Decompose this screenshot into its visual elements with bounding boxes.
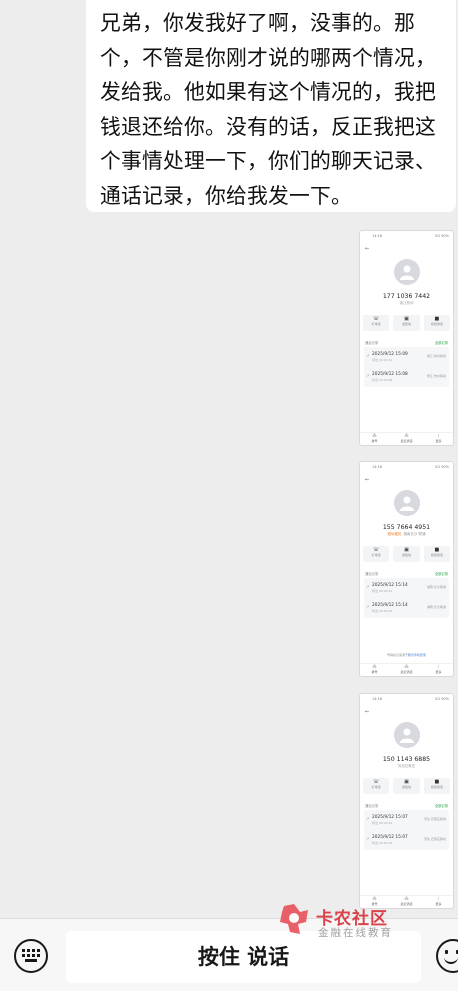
video-action: ■ 视频通话 (423, 546, 450, 562)
thumb-status-bar: 14:16 5G 90% (372, 234, 449, 238)
image-message-1[interactable]: 14:16 5G 90% ← 177 1036 7442 浙江杭州 ☏ 打电话 ▣… (359, 230, 454, 446)
outgoing-icon: ↗ (366, 836, 370, 841)
number-location: 疑似骚扰 湖南长沙 联通 (387, 532, 426, 536)
video-action: ■ 视频通话 (423, 778, 450, 794)
avatar (394, 490, 420, 516)
call-action: ☏ 打电话 (363, 315, 390, 331)
outgoing-icon: ↗ (366, 373, 370, 378)
emoji-icon[interactable] (436, 939, 458, 973)
video-action: ■ 视频通话 (423, 315, 450, 331)
phone-number: 150 1143 6885 (382, 756, 431, 763)
video-icon: ■ (434, 316, 440, 322)
outgoing-icon: ↗ (366, 816, 370, 821)
call-action: ☏ 打电话 (363, 778, 390, 794)
call-record: ↗ 2025/9/12 15:09 呼出 00:00:12 浙江 杭州移动 (366, 352, 446, 362)
back-icon: ← (365, 477, 370, 483)
mark-source-note: 号码标记来源于腾讯手机管家 (386, 653, 427, 657)
phone-icon: ☏ (373, 316, 380, 322)
call-record: ↗ 2025/9/12 15:14 呼出 00:00:05 湖南 长沙联通 (366, 603, 446, 613)
records-header: 通话记录 全部记录 (365, 341, 448, 345)
call-record: ↗ 2025/9/12 15:08 呼出 00:00:08 浙江 杭州移动 (366, 372, 446, 382)
records-header: 通话记录 全部记录 (365, 804, 448, 808)
call-records: ↗ 2025/9/12 15:14 呼出 00:00:21 湖南 长沙联通 ↗ … (364, 578, 449, 618)
call-action: ☏ 打电话 (363, 546, 390, 562)
call-record: ↗ 2025/9/12 15:07 呼出 00:00:06 河北 石家庄移动 (366, 835, 446, 845)
thumb-status-bar: 14:16 5G 90% (372, 697, 449, 701)
avatar (394, 259, 420, 285)
phone-icon: ☏ (373, 779, 380, 785)
image-message-3[interactable]: 14:16 5G 90% ← 150 1143 6885 河北石家庄 ☏ 打电话 … (359, 693, 454, 909)
phone-icon: ☏ (373, 547, 380, 553)
records-header: 通话记录 全部记录 (365, 572, 448, 576)
thumb-nav: ⁂ 拨号 ⁂ 最近通话 ⋮ 更多 (360, 663, 453, 675)
number-location: 浙江杭州 (399, 301, 414, 305)
action-row: ☏ 打电话 ▣ 发短信 ■ 视频通话 (363, 315, 450, 331)
outgoing-icon: ↗ (366, 584, 370, 589)
phone-number: 155 7664 4951 (382, 524, 431, 531)
keyboard-icon[interactable] (14, 939, 48, 973)
sms-action: ▣ 发短信 (393, 778, 420, 794)
sms-action: ▣ 发短信 (393, 315, 420, 331)
hold-to-talk-button[interactable]: 按住 说话 (66, 931, 421, 983)
chat-area: 兄弟，你发我好了啊，没事的。那个，不管是你刚才说的哪两个情况，发给我。他如果有这… (0, 0, 458, 918)
message-icon: ▣ (404, 779, 409, 785)
video-icon: ■ (434, 547, 440, 553)
back-icon: ← (365, 246, 370, 252)
phone-number: 177 1036 7442 (382, 293, 431, 300)
call-records: ↗ 2025/9/12 15:09 呼出 00:00:12 浙江 杭州移动 ↗ … (364, 347, 449, 387)
message-icon: ▣ (404, 547, 409, 553)
input-bar: 按住 说话 (0, 918, 458, 991)
action-row: ☏ 打电话 ▣ 发短信 ■ 视频通话 (363, 778, 450, 794)
message-bubble[interactable]: 兄弟，你发我好了啊，没事的。那个，不管是你刚才说的哪两个情况，发给我。他如果有这… (86, 0, 456, 212)
call-records: ↗ 2025/9/12 15:07 呼出 00:00:14 河北 石家庄移动 ↗… (364, 810, 449, 850)
number-location: 河北石家庄 (397, 764, 416, 768)
sms-action: ▣ 发短信 (393, 546, 420, 562)
outgoing-icon: ↗ (366, 353, 370, 358)
action-row: ☏ 打电话 ▣ 发短信 ■ 视频通话 (363, 546, 450, 562)
thumb-status-bar: 14:16 5G 90% (372, 465, 449, 469)
call-record: ↗ 2025/9/12 15:07 呼出 00:00:14 河北 石家庄移动 (366, 815, 446, 825)
message-icon: ▣ (404, 316, 409, 322)
spam-tag: 疑似骚扰 (387, 532, 402, 536)
call-record: ↗ 2025/9/12 15:14 呼出 00:00:21 湖南 长沙联通 (366, 583, 446, 593)
image-message-2[interactable]: 14:16 5G 90% ← 155 7664 4951 疑似骚扰 湖南长沙 联通… (359, 461, 454, 677)
video-icon: ■ (434, 779, 440, 785)
thumb-nav: ⁂ 拨号 ⁂ 最近通话 ⋮ 更多 (360, 895, 453, 907)
message-text: 兄弟，你发我好了啊，没事的。那个，不管是你刚才说的哪两个情况，发给我。他如果有这… (100, 11, 436, 208)
thumb-nav: ⁂ 拨号 ⁂ 最近通话 ⋮ 更多 (360, 432, 453, 444)
outgoing-icon: ↗ (366, 604, 370, 609)
back-icon: ← (365, 709, 370, 715)
avatar (394, 722, 420, 748)
